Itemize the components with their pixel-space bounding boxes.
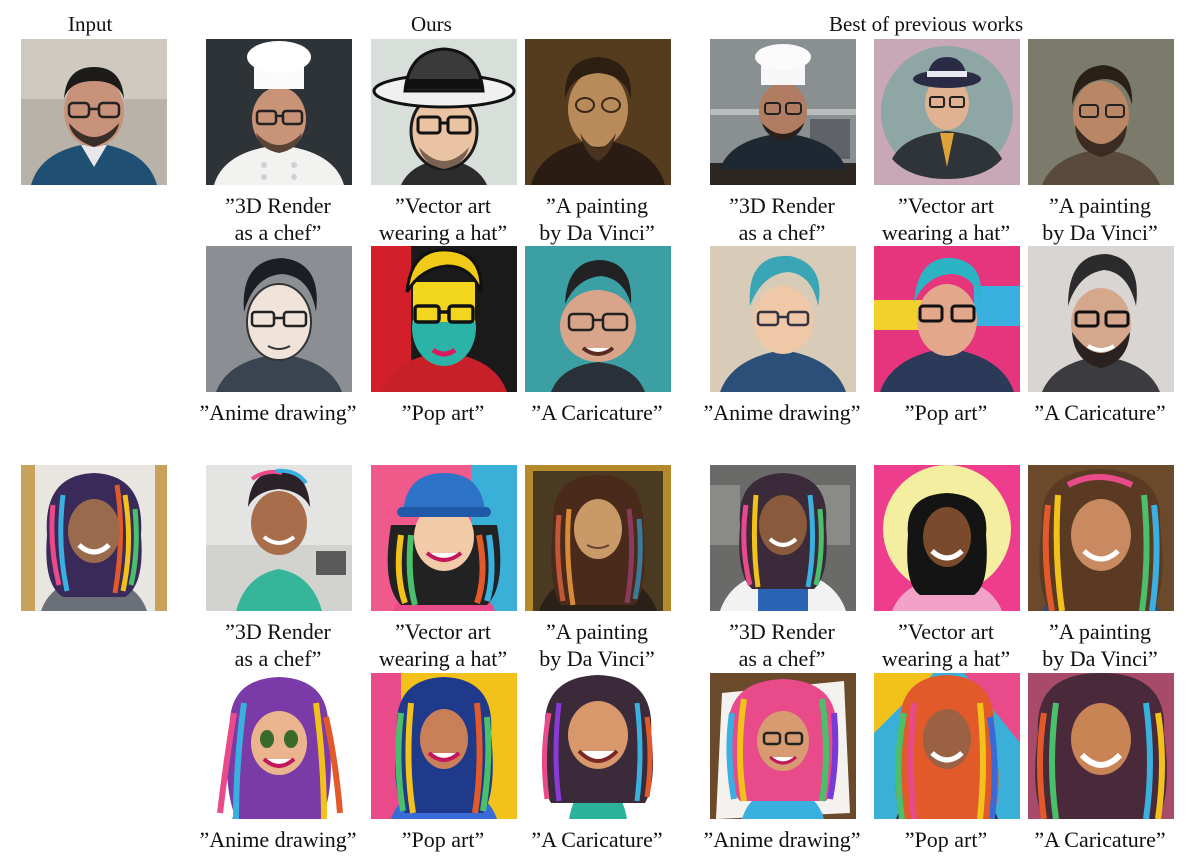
previous-anime-man-image <box>710 246 856 392</box>
previous-anime-woman-image <box>710 673 856 819</box>
ours-davinci-woman-image <box>525 465 671 611</box>
previous-davinci-woman-image <box>1028 465 1174 611</box>
previous-popart-woman-image <box>874 673 1020 819</box>
ours-popart-woman-image <box>371 673 517 819</box>
caption-ours-davinci-man: ”A painting by Da Vinci” <box>539 193 655 245</box>
previous-caricature-man-image <box>1028 246 1174 392</box>
input-image-woman <box>21 465 167 611</box>
ours-caricature-woman-image <box>525 673 671 819</box>
previous-vector-man-image <box>874 39 1020 185</box>
caption-previous-caricature-man: ”A Caricature” <box>1034 400 1166 425</box>
caption-previous-davinci-woman: ”A painting by Da Vinci” <box>1042 619 1158 671</box>
ours-vector-woman-image <box>371 465 517 611</box>
ours-popart-man-image <box>371 246 517 392</box>
input-image-man <box>21 39 167 185</box>
previous-vector-woman-image <box>874 465 1020 611</box>
caption-ours-caricature-woman: ”A Caricature” <box>531 827 663 852</box>
ours-caricature-man-image <box>525 246 671 392</box>
ours-chef-man-image <box>206 39 352 185</box>
caption-previous-caricature-woman: ”A Caricature” <box>1034 827 1166 852</box>
ours-davinci-man-image <box>525 39 671 185</box>
previous-works-column-header: Best of previous works <box>829 12 1024 36</box>
ours-column-header: Ours <box>411 12 452 36</box>
previous-caricature-woman-image <box>1028 673 1174 819</box>
input-column-header: Input <box>68 12 113 36</box>
ours-anime-woman-image <box>206 673 352 819</box>
caption-ours-davinci-woman: ”A painting by Da Vinci” <box>539 619 655 671</box>
caption-ours-caricature-man: ”A Caricature” <box>531 400 663 425</box>
previous-chef-woman-image <box>710 465 856 611</box>
ours-anime-man-image <box>206 246 352 392</box>
previous-chef-man-image <box>710 39 856 185</box>
previous-popart-man-image <box>874 246 1020 392</box>
caption-previous-davinci-man: ”A painting by Da Vinci” <box>1042 193 1158 245</box>
ours-vector-man-image <box>371 39 517 185</box>
previous-davinci-man-image <box>1028 39 1174 185</box>
ours-chef-woman-image <box>206 465 352 611</box>
